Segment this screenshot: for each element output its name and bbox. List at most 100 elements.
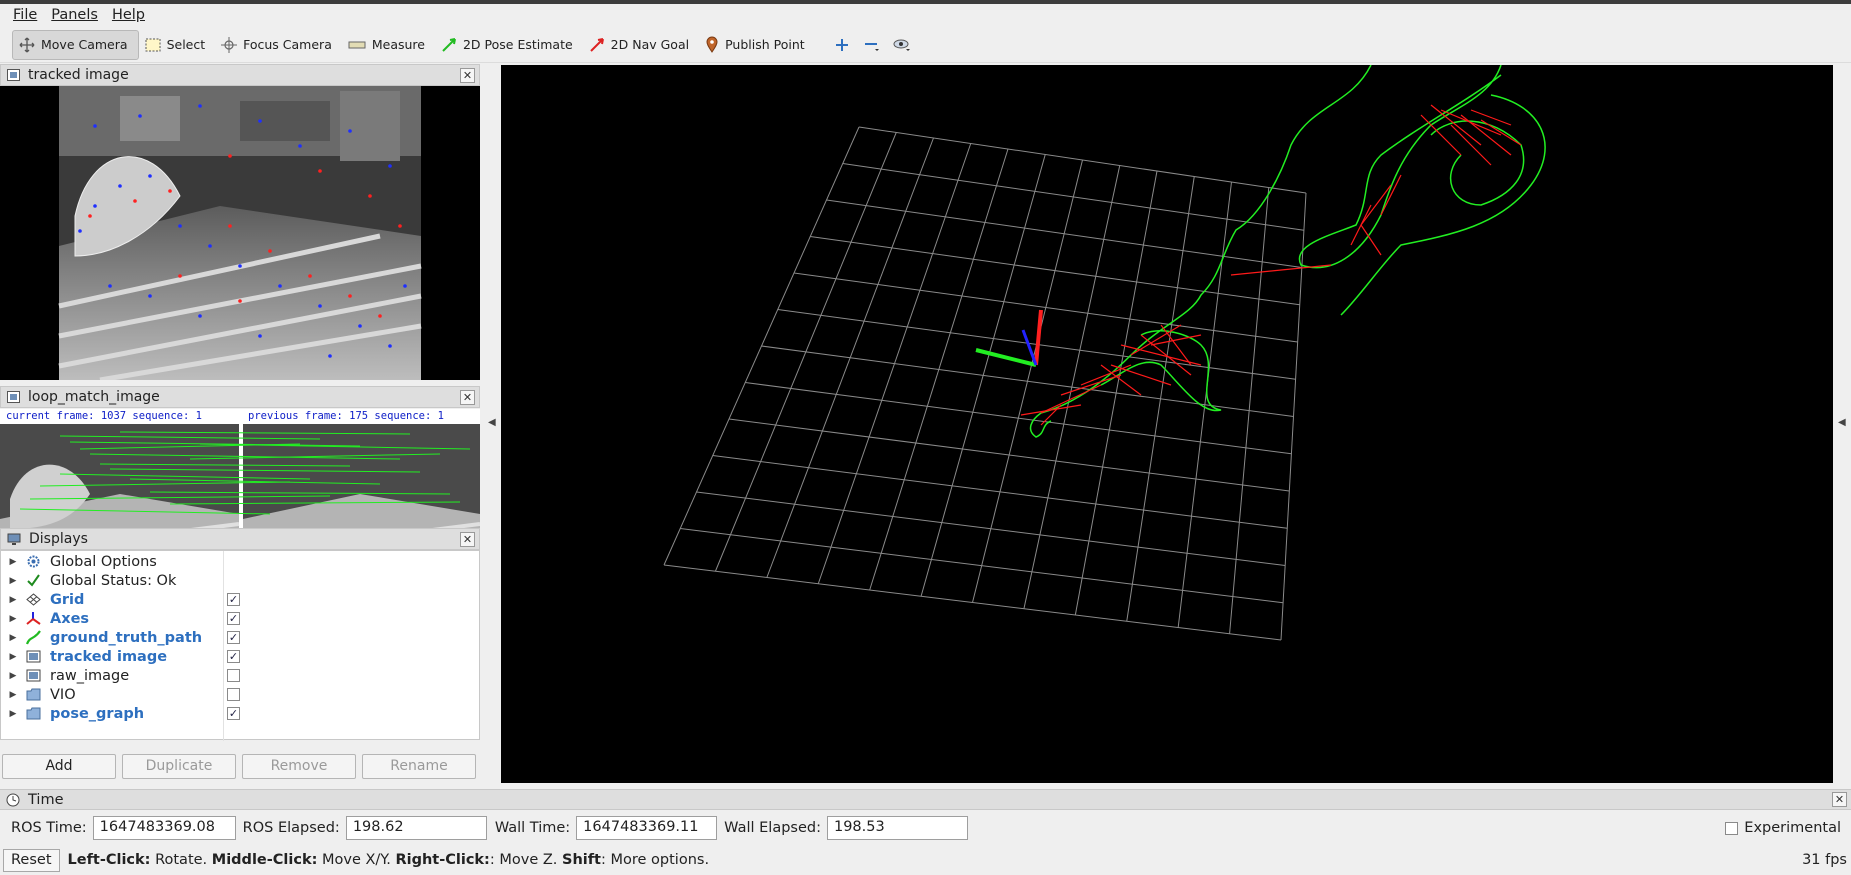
nav-goal-tool[interactable]: 2D Nav Goal <box>583 30 699 60</box>
menu-panels[interactable]: Panels <box>44 7 105 23</box>
right-click-key: Right-Click: <box>395 852 490 868</box>
grid-checkbox[interactable]: ✓ <box>227 593 240 606</box>
wall-elapsed-label: Wall Elapsed: <box>724 820 821 836</box>
grid-line <box>663 564 1282 641</box>
remove-tool-button[interactable] <box>857 30 887 60</box>
path-icon <box>24 630 42 646</box>
display-item-vio[interactable]: ▶ VIO <box>1 685 479 704</box>
display-item-label: Grid <box>50 591 85 608</box>
publish-point-tool[interactable]: Publish Point <box>699 30 815 60</box>
tracked-camera-frame <box>58 86 422 383</box>
ros-elapsed-field[interactable]: 198.62 <box>345 816 487 840</box>
expand-arrow-icon[interactable]: ▶ <box>6 576 20 586</box>
display-item-global-options[interactable]: ▶ Global Options <box>1 552 479 571</box>
previous-frame-label: previous frame: 175 sequence: 1 <box>248 410 444 422</box>
add-tool-button[interactable] <box>827 30 857 60</box>
tracked-image-view <box>0 86 480 383</box>
close-icon[interactable]: ✕ <box>460 68 475 83</box>
duplicate-button[interactable]: Duplicate <box>122 754 236 779</box>
close-icon[interactable]: ✕ <box>460 532 475 547</box>
loop-match-panel-title: loop_match_image ✕ <box>0 386 480 408</box>
status-bar: Reset Left-Click: Rotate. Middle-Click: … <box>0 847 1851 873</box>
display-item-raw-image[interactable]: ▶ raw_image <box>1 666 479 685</box>
expand-arrow-icon[interactable]: ▶ <box>6 671 20 681</box>
expand-arrow-icon[interactable]: ▶ <box>6 633 20 643</box>
right-click-desc: : Move Z. <box>489 852 562 868</box>
left-click-desc: Rotate. <box>150 852 212 868</box>
display-item-tracked-image[interactable]: ▶ tracked image ✓ <box>1 647 479 666</box>
focus-camera-label: Focus Camera <box>243 37 332 52</box>
ros-time-field[interactable]: 1647483369.08 <box>92 816 236 840</box>
shift-desc: : More options. <box>600 852 710 868</box>
axes-checkbox[interactable]: ✓ <box>227 612 240 625</box>
expand-arrow-icon[interactable]: ▶ <box>6 690 20 700</box>
time-panel-title: Time ✕ <box>0 789 1851 810</box>
focus-camera-tool[interactable]: Focus Camera <box>215 30 342 60</box>
gear-icon <box>24 554 42 570</box>
display-item-global-status[interactable]: ▶ Global Status: Ok <box>1 571 479 590</box>
pose-graph-checkbox[interactable]: ✓ <box>227 707 240 720</box>
render-3d-view[interactable] <box>501 64 1833 783</box>
display-item-label: VIO <box>50 686 76 703</box>
move-camera-icon <box>19 37 35 52</box>
tracked-image-title: tracked image <box>28 67 129 83</box>
close-icon[interactable]: ✕ <box>460 390 475 405</box>
expand-arrow-icon[interactable]: ▶ <box>6 595 20 605</box>
wall-time-field[interactable]: 1647483369.11 <box>576 816 718 840</box>
display-item-label: tracked image <box>50 648 168 665</box>
publish-point-label: Publish Point <box>725 37 805 52</box>
experimental-checkbox[interactable] <box>1725 821 1739 835</box>
ros-elapsed-label: ROS Elapsed: <box>242 820 340 836</box>
raw-image-checkbox[interactable] <box>227 669 240 682</box>
add-button[interactable]: Add <box>2 754 116 779</box>
expand-arrow-icon[interactable]: ▶ <box>6 652 20 662</box>
minus-icon <box>864 42 879 51</box>
grid <box>663 126 1307 641</box>
folder-icon <box>24 706 42 722</box>
tracked-image-checkbox[interactable]: ✓ <box>227 650 240 663</box>
expand-arrow-icon[interactable]: ▶ <box>6 709 20 719</box>
menu-help[interactable]: Help <box>105 7 152 23</box>
menubar: File Panels Help <box>0 4 1851 26</box>
measure-label: Measure <box>371 37 425 52</box>
view-options-button[interactable] <box>887 30 917 60</box>
display-item-pose-graph[interactable]: ▶ pose_graph ✓ <box>1 704 479 723</box>
fps-counter: 31 fps <box>1802 852 1847 868</box>
select-icon <box>145 38 161 51</box>
ros-time-label: ROS Time: <box>11 820 87 836</box>
current-frame-label: current frame: 1037 sequence: 1 <box>6 410 202 422</box>
time-title: Time <box>28 791 64 808</box>
display-item-label: Global Options <box>50 553 157 570</box>
select-tool[interactable]: Select <box>139 30 216 60</box>
expand-arrow-icon[interactable]: ▶ <box>6 557 20 567</box>
image-icon <box>7 69 20 81</box>
rename-button[interactable]: Rename <box>362 754 476 779</box>
move-camera-tool[interactable]: Move Camera <box>12 29 139 60</box>
wall-elapsed-field[interactable]: 198.53 <box>826 816 968 840</box>
display-item-ground-truth-path[interactable]: ▶ ground_truth_path ✓ <box>1 628 479 647</box>
ground-truth-path-checkbox[interactable]: ✓ <box>227 631 240 644</box>
grid-line <box>1023 165 1121 609</box>
middle-click-key: Middle-Click: <box>211 852 318 868</box>
folder-icon <box>24 687 42 703</box>
monitor-icon <box>7 533 21 545</box>
display-item-label: ground_truth_path <box>50 629 203 646</box>
right-dock-expand-icon[interactable]: ◀ <box>1838 417 1846 428</box>
menu-file[interactable]: File <box>6 7 44 23</box>
remove-button[interactable]: Remove <box>242 754 356 779</box>
display-item-grid[interactable]: ▶ Grid ✓ <box>1 590 479 609</box>
display-item-axes[interactable]: ▶ Axes ✓ <box>1 609 479 628</box>
pose-estimate-tool[interactable]: 2D Pose Estimate <box>435 30 583 60</box>
vio-checkbox[interactable] <box>227 688 240 701</box>
move-camera-label: Move Camera <box>41 37 128 52</box>
expand-arrow-icon[interactable]: ▶ <box>6 614 20 624</box>
loop-match-header: current frame: 1037 sequence: 1 previous… <box>0 409 480 424</box>
toolbar: Move Camera Select Focus Camera Measure … <box>0 27 1851 63</box>
left-dock: tracked image ✕ loop_match_image ✕ curre… <box>0 64 480 786</box>
left-dock-collapse-icon[interactable]: ◀ <box>488 417 496 428</box>
reset-button[interactable]: Reset <box>3 848 60 872</box>
close-icon[interactable]: ✕ <box>1832 792 1847 807</box>
measure-tool[interactable]: Measure <box>342 30 435 60</box>
left-click-key: Left-Click: <box>67 852 151 868</box>
time-row: ROS Time: 1647483369.08 ROS Elapsed: 198… <box>0 813 1851 843</box>
